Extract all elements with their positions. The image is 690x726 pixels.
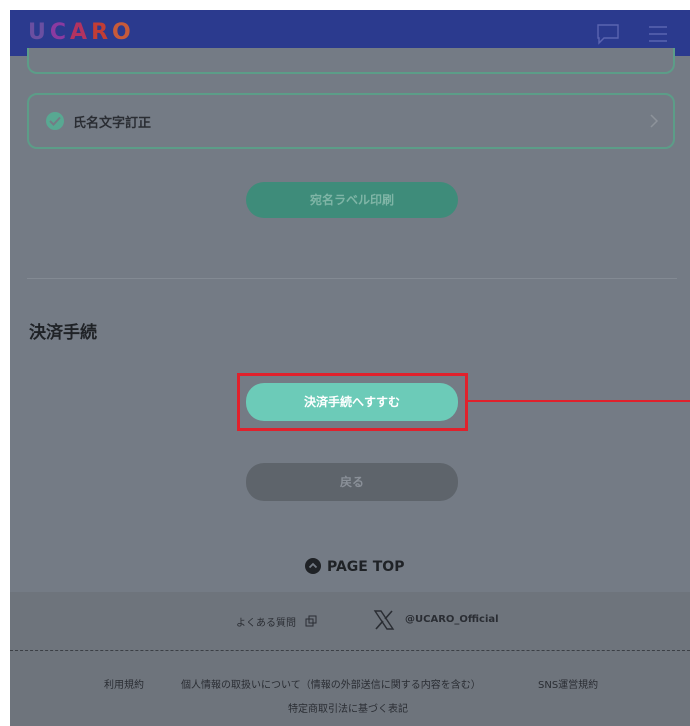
ucaro-logo[interactable]: UCARO <box>28 22 135 44</box>
section-divider <box>27 278 677 279</box>
highlight-box <box>237 373 468 431</box>
check-circle-icon <box>46 112 64 130</box>
previous-card[interactable] <box>27 48 675 74</box>
back-button[interactable]: 戻る <box>246 463 458 501</box>
faq-link[interactable]: よくある質問 <box>236 614 317 629</box>
privacy-link[interactable]: 個人情報の取扱いについて（情報の外部送信に関する内容を含む） <box>181 676 481 691</box>
external-link-icon <box>305 615 317 627</box>
chat-icon[interactable] <box>596 23 620 45</box>
sns-terms-link[interactable]: SNS運営規約 <box>538 676 598 691</box>
page-top-link[interactable]: PAGE TOP <box>305 558 404 575</box>
page-content-overlay: 氏名文字訂正 宛名ラベル印刷 決済手続 決済手続へすすむ 戻る PAGE TOP <box>10 48 690 592</box>
chevron-up-circle-icon <box>305 558 321 574</box>
faq-label: よくある質問 <box>236 618 296 629</box>
x-logo-icon[interactable] <box>373 610 395 634</box>
footer: よくある質問 @UCARO_Official 利用規約 個人情報の取扱いについて… <box>10 592 690 726</box>
card-label: 氏名文字訂正 <box>73 116 152 131</box>
footer-divider <box>10 650 690 651</box>
commerce-law-link[interactable]: 特定商取引法に基づく表記 <box>288 700 408 715</box>
chevron-right-icon <box>649 113 659 133</box>
terms-link[interactable]: 利用規約 <box>104 676 144 691</box>
x-handle-link[interactable]: @UCARO_Official <box>405 614 499 625</box>
section-title: 決済手続 <box>29 323 97 343</box>
menu-icon[interactable] <box>646 23 670 45</box>
highlight-pointer-line <box>468 400 690 402</box>
page-top-label: PAGE TOP <box>327 559 405 575</box>
label-print-button[interactable]: 宛名ラベル印刷 <box>246 182 458 218</box>
name-correction-card[interactable]: 氏名文字訂正 <box>27 93 675 149</box>
